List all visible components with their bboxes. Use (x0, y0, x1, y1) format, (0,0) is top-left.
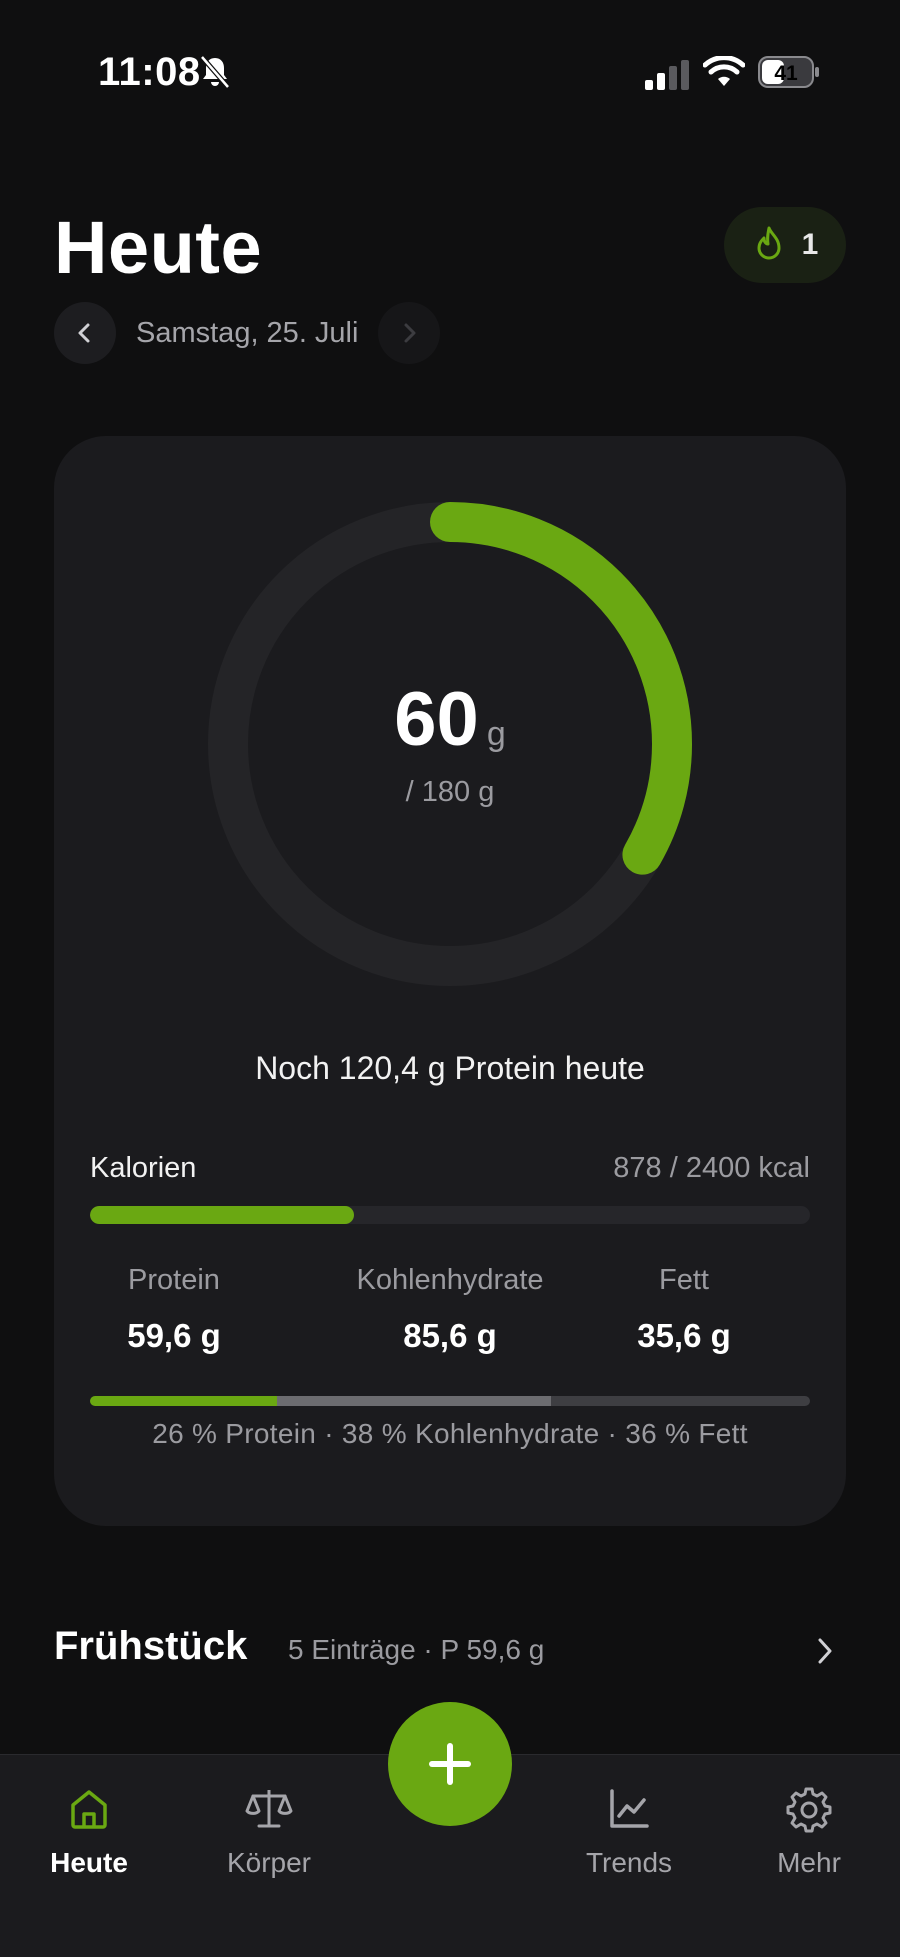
tab-label: Körper (226, 1847, 312, 1878)
meal-title: Frühstück (54, 1624, 248, 1668)
protein-goal: / 180 g (405, 776, 495, 808)
tab-koerper[interactable]: Körper (194, 1785, 344, 1879)
tab-mehr[interactable]: Mehr (734, 1785, 884, 1879)
status-time: 11:08 (98, 50, 201, 94)
calories-progress-bar (90, 1206, 810, 1224)
tab-label: Heute (50, 1847, 128, 1878)
streak-count: 1 (801, 228, 819, 261)
calories-value: 878 / 2400 kcal (613, 1152, 810, 1184)
remaining-protein-text: Noch 120,4 g Protein heute (255, 1050, 645, 1086)
calories-label: Kalorien (90, 1152, 197, 1184)
macro-value: 59,6 g (127, 1317, 221, 1354)
tab-label: Mehr (777, 1847, 841, 1878)
meal-subtitle: 5 Einträge · P 59,6 g (288, 1634, 545, 1665)
protein-current: 60 g (54, 676, 846, 763)
macro-name: Fett (659, 1264, 709, 1296)
status-bar: 11:08 41 (0, 0, 900, 150)
streak-badge[interactable]: 1 (724, 207, 846, 283)
calories-progress-fill (90, 1206, 354, 1224)
bell-slash-icon (200, 55, 230, 89)
macro-split-caption: 26 % Protein · 38 % Kohlenhydrate · 36 %… (152, 1418, 748, 1449)
tab-trends[interactable]: Trends (554, 1785, 704, 1879)
macro-split-bar (90, 1396, 810, 1406)
home-icon (71, 1790, 107, 1829)
current-date: Samstag, 25. Juli (136, 316, 359, 349)
scale-icon (245, 1790, 293, 1828)
tab-label: Trends (585, 1847, 673, 1878)
previous-day-button[interactable] (54, 302, 116, 364)
daily-summary-card: 60 g / 180 g Noch 120,4 g Protein heute K… (54, 436, 846, 1526)
macro-split-carbs (277, 1396, 551, 1406)
chevron-left-icon (78, 323, 90, 343)
add-entry-button[interactable] (388, 1702, 512, 1826)
macro-fat: Fett 35,6 g (564, 1264, 804, 1355)
chevron-right-icon (818, 1638, 832, 1664)
macro-protein: Protein 59,6 g (54, 1264, 294, 1355)
protein-value: 60 (394, 677, 479, 762)
wifi-icon (703, 56, 745, 86)
chart-icon (610, 1789, 649, 1828)
gear-icon (786, 1787, 832, 1833)
date-navigator: Samstag, 25. Juli (54, 302, 441, 364)
plus-icon (429, 1743, 471, 1785)
page-title: Heute (54, 206, 263, 289)
signal-icon (645, 60, 689, 90)
macro-split-protein (90, 1396, 278, 1406)
battery-icon: 41 (758, 56, 819, 88)
macro-split-fat (550, 1396, 810, 1406)
macro-carbs: Kohlenhydrate 85,6 g (330, 1264, 570, 1355)
protein-unit: g (486, 715, 506, 753)
flame-icon (757, 226, 781, 260)
macro-name: Protein (128, 1264, 220, 1296)
tab-heute[interactable]: Heute (14, 1785, 164, 1879)
macro-name: Kohlenhydrate (356, 1264, 544, 1296)
next-day-button[interactable] (378, 302, 441, 364)
macro-value: 85,6 g (403, 1317, 497, 1354)
macro-value: 35,6 g (637, 1317, 731, 1354)
battery-level: 41 (774, 62, 798, 85)
chevron-right-icon (404, 323, 416, 343)
